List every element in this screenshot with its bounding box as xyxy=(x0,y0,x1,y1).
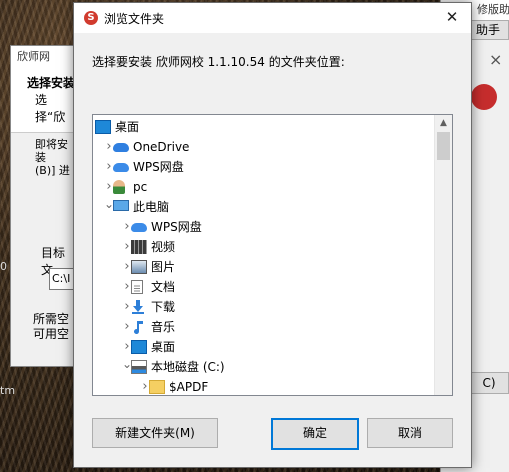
installer-header-title: 选择安装 xyxy=(27,76,76,90)
tree-item[interactable]: 桌面 xyxy=(93,117,433,137)
tree-item-label: OneDrive xyxy=(133,140,190,154)
tree-item-label: 桌面 xyxy=(115,120,140,134)
installer-intro-text: 即将安装 (B)] 进 xyxy=(35,138,75,177)
scroll-thumb[interactable] xyxy=(437,132,450,160)
tree-item[interactable]: › 图片 xyxy=(93,257,433,277)
close-icon[interactable]: × xyxy=(489,50,502,69)
tree-item-label: 此电脑 xyxy=(133,200,170,214)
cancel-button[interactable]: 取消 xyxy=(367,418,453,448)
tree-item[interactable]: › $APDF xyxy=(93,377,433,395)
tree-item-label: 本地磁盘 (C:) xyxy=(151,360,225,374)
pictures-icon xyxy=(131,260,147,274)
tree-item-label: $APDF xyxy=(169,380,209,394)
download-icon xyxy=(131,300,147,314)
dialog-message: 选择要安装 欣师网校 1.1.10.54 的文件夹位置: xyxy=(92,55,345,69)
edge-text: tm xyxy=(0,384,16,397)
wps-cloud-icon xyxy=(113,163,129,172)
browse-folder-dialog: S 浏览文件夹 ✕ 选择要安装 欣师网校 1.1.10.54 的文件夹位置: ▲… xyxy=(73,2,472,468)
desktop-icon xyxy=(95,120,111,134)
edge-text: 0 xyxy=(0,260,7,273)
onedrive-cloud-icon xyxy=(113,143,129,152)
scroll-up-icon[interactable]: ▲ xyxy=(435,115,452,132)
music-icon xyxy=(131,320,147,335)
tree-item[interactable]: › OneDrive xyxy=(93,137,433,157)
tree-item[interactable]: › pc xyxy=(93,177,433,197)
new-folder-button[interactable]: 新建文件夹(M) xyxy=(92,418,218,448)
space-required-label: 所需空 xyxy=(33,312,70,326)
tree-item-label: 桌面 xyxy=(151,340,176,354)
drive-icon xyxy=(131,360,147,374)
tree-item-label: WPS网盘 xyxy=(133,160,184,174)
tree-item[interactable]: › WPS网盘 xyxy=(93,157,433,177)
background-cancel-button[interactable]: C) xyxy=(469,372,509,394)
tree-item-label: 文档 xyxy=(151,280,176,294)
ok-button[interactable]: 确定 xyxy=(271,418,359,450)
wps-cloud-icon xyxy=(131,223,147,232)
tree-item-label: WPS网盘 xyxy=(151,220,202,234)
tree-item[interactable]: › 音乐 xyxy=(93,317,433,337)
tree-item-label: 图片 xyxy=(151,260,176,274)
dialog-titlebar: S 浏览文件夹 ✕ xyxy=(74,3,471,33)
tree-item[interactable]: › 桌面 xyxy=(93,337,433,357)
app-logo-icon: S xyxy=(84,11,98,25)
folder-icon xyxy=(149,380,165,394)
tree-item-label: 视频 xyxy=(151,240,176,254)
installer-intro-line1: 即将安装 xyxy=(35,138,68,164)
tree-item-label: pc xyxy=(133,180,148,194)
folder-tree[interactable]: ▲ 桌面 › OneDrive › WPS网盘 › pc ⌄ 此电脑 › WPS网盘 › 视频 › 图片 › 文… xyxy=(92,114,453,396)
tree-item-label: 下载 xyxy=(151,300,176,314)
installer-header: 选择安装 选择“欣 xyxy=(11,68,75,133)
installer-header-subtitle: 选择“欣 xyxy=(35,93,66,124)
background-helper-button[interactable]: 助手 xyxy=(467,20,509,40)
dialog-title: 浏览文件夹 xyxy=(104,12,165,26)
computer-icon xyxy=(113,200,129,211)
video-icon xyxy=(131,240,147,254)
tree-item[interactable]: › WPS网盘 xyxy=(93,217,433,237)
background-installer-window: 欣师网 选择安装 选择“欣 即将安装 (B)] 进 目标文 C:\I 所需空 可… xyxy=(10,45,79,367)
tree-item[interactable]: ⌄ 此电脑 xyxy=(93,197,433,217)
vertical-scrollbar[interactable]: ▲ xyxy=(434,115,452,395)
desktop-icon xyxy=(131,340,147,354)
space-info: 所需空 可用空 xyxy=(33,312,69,342)
tree-item[interactable]: › 视频 xyxy=(93,237,433,257)
installer-title: 欣师网 xyxy=(11,46,75,68)
tree-item-label: 音乐 xyxy=(151,320,176,334)
tree-item[interactable]: › 下载 xyxy=(93,297,433,317)
user-icon xyxy=(113,180,125,194)
tree-item[interactable]: ⌄ 本地磁盘 (C:) xyxy=(93,357,433,377)
installer-intro-line2: (B)] 进 xyxy=(35,164,70,177)
close-button[interactable]: ✕ xyxy=(441,5,463,29)
documents-icon xyxy=(131,280,143,294)
app-logo-icon xyxy=(471,84,497,110)
space-available-label: 可用空 xyxy=(33,327,70,341)
tree-item[interactable]: › 文档 xyxy=(93,277,433,297)
